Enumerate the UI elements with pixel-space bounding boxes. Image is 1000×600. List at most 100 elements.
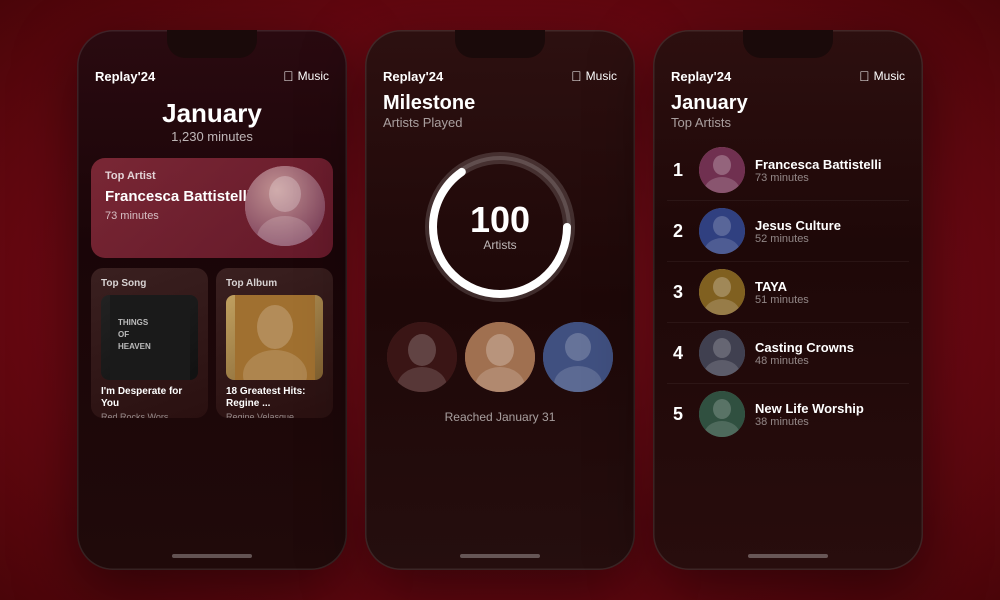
top-album-label: Top Album	[226, 278, 323, 289]
svg-text:HEAVEN: HEAVEN	[118, 342, 151, 351]
artist-info-2: Jesus Culture 52 minutes	[755, 218, 909, 245]
milestone-content: 100 Artists	[365, 142, 635, 548]
milestone-artist-1-img	[387, 322, 457, 392]
avatar-casting-crowns-img	[699, 330, 745, 376]
rank-4: 4	[667, 343, 689, 364]
milestone-heading: Milestone	[383, 92, 617, 115]
top-song-label: Top Song	[101, 278, 198, 289]
avatar-francesca-img	[699, 147, 745, 193]
artist-row-2: 2 Jesus Culture 52 minutes	[667, 201, 909, 262]
phone-3: Replay'24  Music January Top Artists 1	[653, 30, 923, 570]
album-art-svg	[235, 295, 315, 380]
phone2-service: Music	[586, 69, 617, 83]
artist-row-3: 3 TAYA 51 minutes	[667, 262, 909, 323]
milestone-reached-label: Reached January 31	[445, 402, 556, 440]
phone3-brand: Replay'24	[671, 69, 731, 84]
phone1-header: Replay'24  Music	[77, 30, 347, 90]
avatar-jesus-culture	[699, 208, 745, 254]
top-song-card: Top Song THINGS OF HEAVEN I'm Desperate …	[91, 268, 208, 418]
milestone-artist-2	[465, 322, 535, 392]
artist-row-4: 4 Casting Crowns 48 minutes	[667, 323, 909, 384]
svg-text:THINGS: THINGS	[118, 318, 149, 327]
artist-time-5: 38 minutes	[755, 416, 909, 428]
phone1-content: Top Artist Francesca Battistelli 73 minu…	[77, 148, 347, 548]
phone3-header: Replay'24  Music	[653, 30, 923, 92]
artist-silhouette	[245, 166, 325, 246]
artist-info-1: Francesca Battistelli 73 minutes	[755, 157, 909, 184]
avatar-new-life	[699, 391, 745, 437]
phone-1: Replay'24  Music January 1,230 minutes …	[77, 30, 347, 570]
phone3-bottom-bar	[653, 548, 923, 570]
avatar-taya-img	[699, 269, 745, 315]
phone1-title-block: January 1,230 minutes	[77, 90, 347, 148]
phone3-month: January	[671, 92, 905, 115]
rank-2: 2	[667, 221, 689, 242]
top-song-art: THINGS OF HEAVEN	[101, 295, 198, 380]
top-song-artist: Red Rocks Wors...	[101, 412, 198, 418]
artist-info-5: New Life Worship 38 minutes	[755, 401, 909, 428]
milestone-artist-3-img	[543, 322, 613, 392]
phone3-title-block: January Top Artists	[653, 92, 923, 140]
artist-name-4: Casting Crowns	[755, 340, 909, 355]
milestone-artist-2-img	[465, 322, 535, 392]
avatar-new-life-img	[699, 391, 745, 437]
phone3-service: Music	[874, 69, 905, 83]
phone1-brand: Replay'24	[95, 69, 155, 84]
phone3-apple-music:  Music	[859, 68, 905, 84]
home-indicator-1	[172, 554, 252, 558]
svg-text:OF: OF	[118, 330, 129, 339]
artist-name-5: New Life Worship	[755, 401, 909, 416]
artist-info-4: Casting Crowns 48 minutes	[755, 340, 909, 367]
home-indicator-3	[748, 554, 828, 558]
phone1-bottom-bar	[77, 548, 347, 570]
phone2-brand: Replay'24	[383, 69, 443, 84]
artist-time-3: 51 minutes	[755, 294, 909, 306]
milestone-circle: 100 Artists	[425, 152, 575, 302]
circle-inner: 100 Artists	[470, 202, 530, 252]
artist-time-1: 73 minutes	[755, 172, 909, 184]
milestone-photos	[369, 312, 631, 402]
top-song-title: I'm Desperate for You	[101, 386, 198, 410]
apple-icon-2: 	[571, 68, 582, 84]
song-art-svg: THINGS OF HEAVEN	[110, 295, 190, 380]
avatar-taya	[699, 269, 745, 315]
top-album-title: 18 Greatest Hits: Regine ...	[226, 386, 323, 410]
phone2-bottom-bar	[365, 548, 635, 570]
phone3-subtitle: Top Artists	[671, 115, 905, 130]
phone2-header: Replay'24  Music	[365, 30, 635, 92]
artist-list: 1 Francesca Battistelli 73 minutes 2	[653, 140, 923, 548]
apple-icon-1: 	[283, 68, 294, 84]
artist-time-2: 52 minutes	[755, 233, 909, 245]
artist-row-1: 1 Francesca Battistelli 73 minutes	[667, 140, 909, 201]
apple-icon-3: 	[859, 68, 870, 84]
artist-name-2: Jesus Culture	[755, 218, 909, 233]
artist-row-5: 5 New Life Worship 38 minutes	[667, 384, 909, 444]
phone1-minutes: 1,230 minutes	[77, 129, 347, 144]
rank-3: 3	[667, 282, 689, 303]
top-artist-card: Top Artist Francesca Battistelli 73 minu…	[91, 158, 333, 258]
phone-2: Replay'24  Music Milestone Artists Play…	[365, 30, 635, 570]
top-album-art	[226, 295, 323, 380]
rank-5: 5	[667, 404, 689, 425]
milestone-number: 100	[470, 202, 530, 238]
phone1-month: January	[77, 98, 347, 129]
milestone-sub: Artists Played	[383, 115, 617, 130]
phone1-service: Music	[298, 69, 329, 83]
milestone-artist-3	[543, 322, 613, 392]
artist-name-1: Francesca Battistelli	[755, 157, 909, 172]
top-album-artist: Regine Velasque...	[226, 412, 323, 418]
bottom-cards: Top Song THINGS OF HEAVEN I'm Desperate …	[91, 268, 333, 418]
avatar-francesca	[699, 147, 745, 193]
milestone-title-block: Milestone Artists Played	[365, 92, 635, 142]
avatar-jesus-culture-img	[699, 208, 745, 254]
artist-time-4: 48 minutes	[755, 355, 909, 367]
artist-name-3: TAYA	[755, 279, 909, 294]
milestone-circle-sub: Artists	[470, 238, 530, 252]
top-artist-photo	[245, 166, 325, 246]
top-artist-avatar	[245, 166, 325, 246]
phone2-apple-music:  Music	[571, 68, 617, 84]
home-indicator-2	[460, 554, 540, 558]
rank-1: 1	[667, 160, 689, 181]
phone1-apple-music:  Music	[283, 68, 329, 84]
milestone-artist-1	[387, 322, 457, 392]
